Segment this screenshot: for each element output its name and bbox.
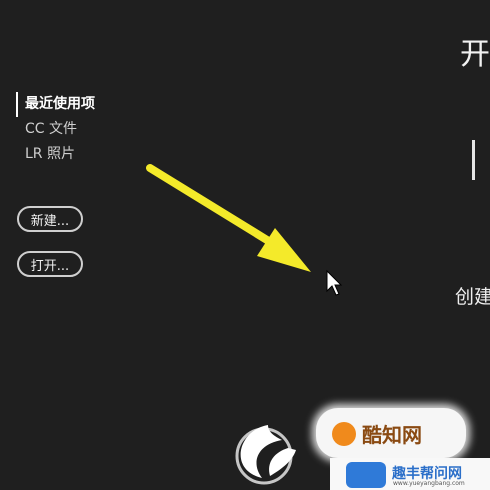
watermark-swirl-icon <box>235 425 296 485</box>
mouse-pointer-icon <box>326 269 343 296</box>
watermark-text: 酷知网 <box>362 423 422 447</box>
watermark-wifi-icon <box>346 462 386 488</box>
watermark-logo-icon <box>332 422 356 446</box>
yellow-arrow-icon <box>146 164 311 272</box>
watermark-url: www.yueyangbang.com <box>393 480 465 487</box>
